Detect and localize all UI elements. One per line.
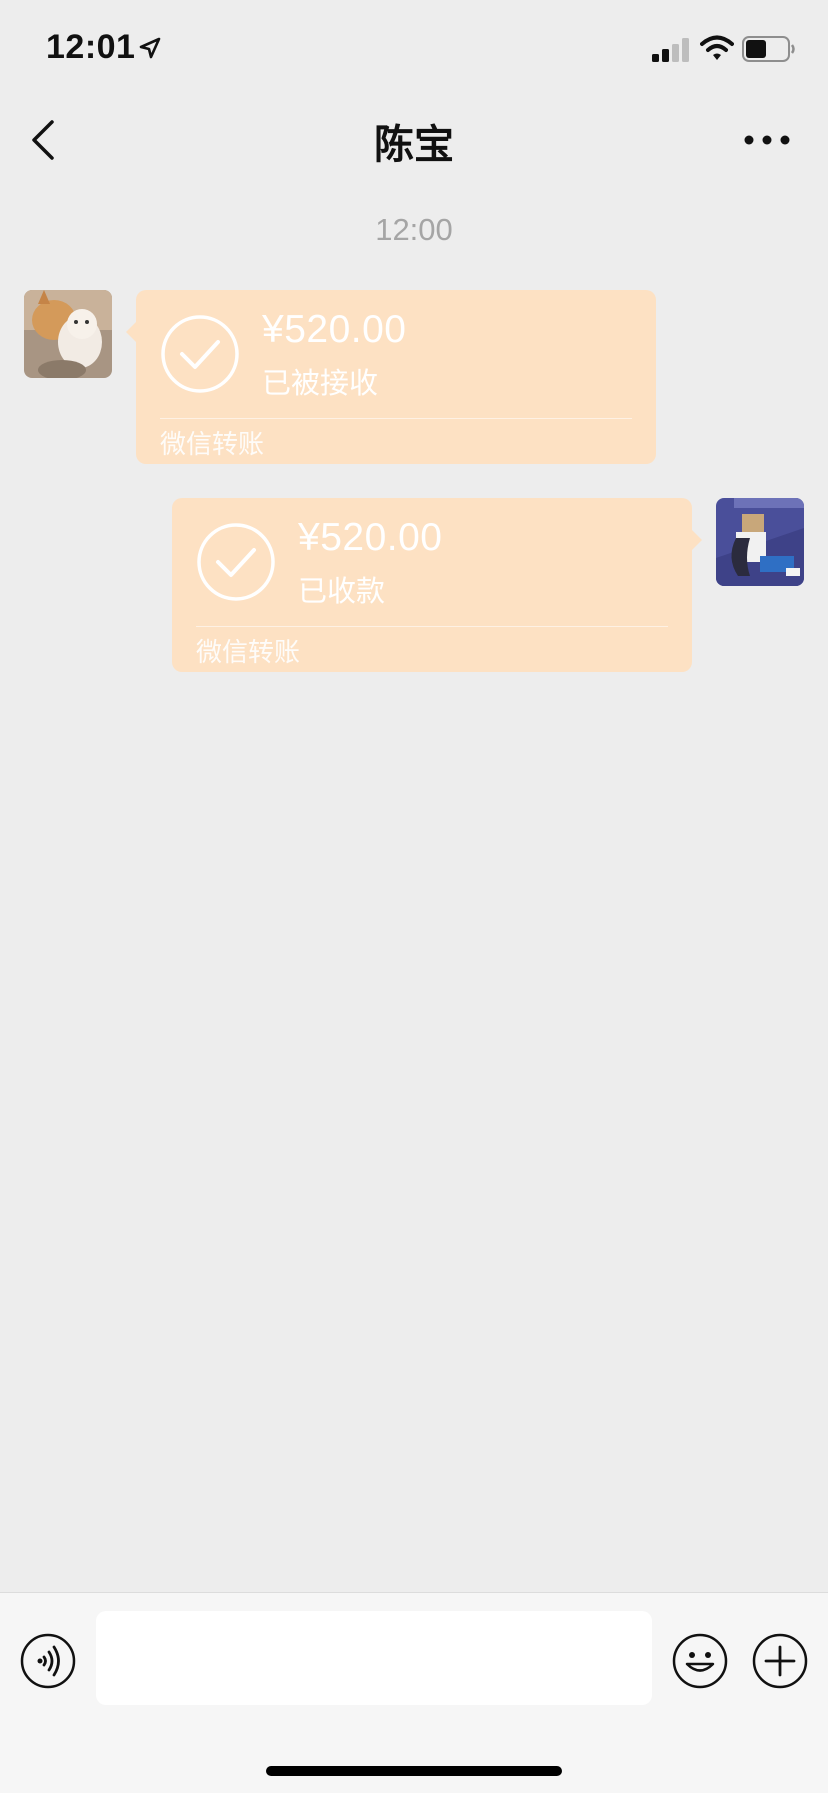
battery-icon — [742, 36, 795, 62]
emoji-icon[interactable] — [672, 1633, 728, 1689]
chat-title: 陈宝 — [374, 122, 454, 168]
card-divider — [196, 626, 668, 627]
status-bar: 12:01 — [0, 0, 828, 100]
girl-avatar-image — [716, 498, 804, 586]
transfer-amount: ¥520.00 — [262, 308, 407, 351]
transfer-footer: 微信转账 — [160, 430, 265, 460]
home-indicator[interactable] — [266, 1766, 562, 1776]
ellipsis-icon[interactable] — [744, 130, 790, 150]
my-avatar[interactable] — [716, 498, 804, 586]
contact-avatar[interactable] — [24, 290, 112, 378]
input-bar — [0, 1592, 828, 1793]
message-input[interactable] — [96, 1611, 652, 1705]
cellular-signal-icon — [652, 38, 689, 62]
location-arrow-icon — [139, 37, 161, 59]
message-timestamp: 12:00 — [375, 212, 453, 247]
transfer-card-collected[interactable]: ¥520.00 已收款 微信转账 — [172, 498, 702, 672]
card-divider — [160, 418, 632, 419]
transfer-status: 已收款 — [298, 574, 386, 608]
nav-bar: 陈宝 — [0, 100, 828, 180]
check-circle-icon — [197, 523, 275, 601]
dog-avatar-image — [24, 290, 112, 378]
transfer-status: 已被接收 — [262, 366, 379, 400]
status-time: 12:01 — [46, 28, 136, 66]
check-circle-icon — [161, 315, 239, 393]
voice-icon[interactable] — [20, 1633, 76, 1689]
plus-icon[interactable] — [752, 1633, 808, 1689]
transfer-footer: 微信转账 — [196, 638, 301, 668]
transfer-card-received[interactable]: ¥520.00 已被接收 微信转账 — [126, 290, 656, 464]
wifi-icon — [700, 35, 734, 60]
transfer-amount: ¥520.00 — [298, 516, 443, 559]
